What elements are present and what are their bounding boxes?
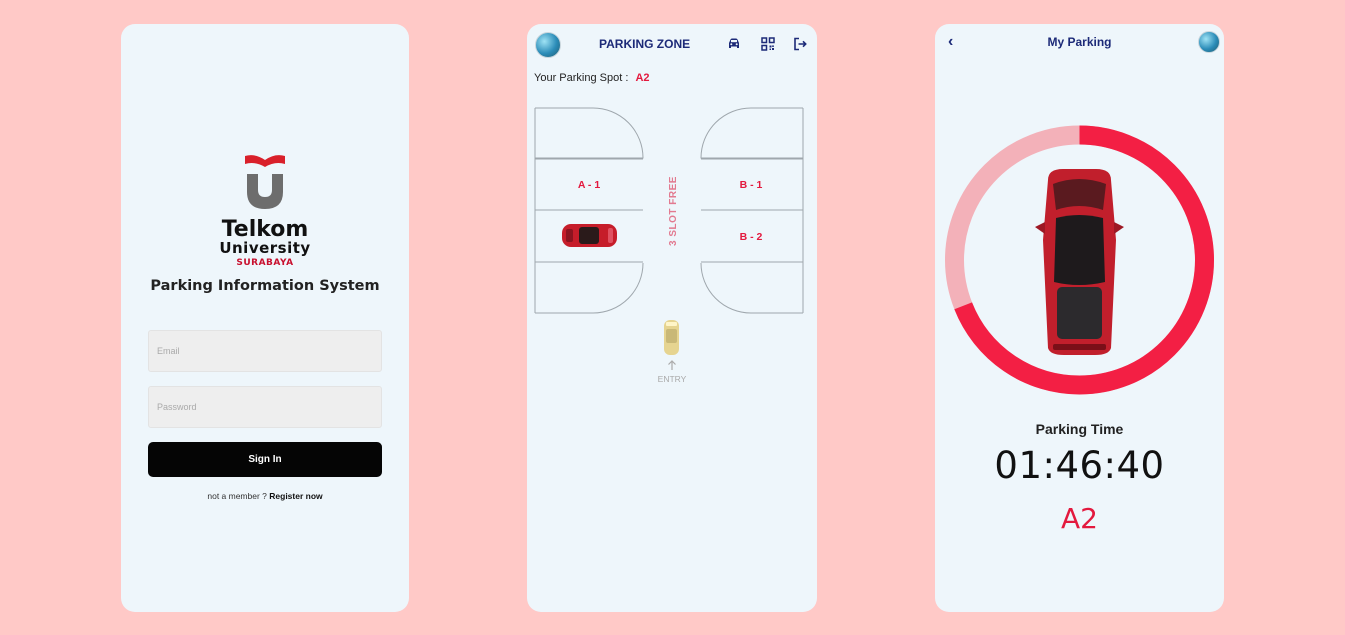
app-name: Parking Information System — [150, 278, 380, 294]
sign-in-button[interactable]: Sign In — [148, 442, 382, 477]
car-top-view-image — [1035, 169, 1124, 355]
my-parking-screen: ‹ My Parking Parking Time 01:46:40 A2 — [935, 24, 1224, 612]
car-icon[interactable] — [726, 36, 742, 52]
spot-value: A2 — [635, 72, 650, 84]
register-link[interactable]: Register now — [269, 491, 322, 501]
parking-spot-value: A2 — [1061, 502, 1098, 535]
parked-car-a2[interactable] — [562, 224, 617, 247]
password-field[interactable] — [148, 386, 382, 428]
page-title: PARKING ZONE — [599, 37, 691, 51]
incoming-car — [664, 320, 679, 355]
email-field[interactable] — [148, 330, 382, 372]
parking-zone-screen: PARKING ZONE Your Parking Spot : A2 A - … — [527, 24, 817, 612]
university-emblem-icon — [245, 155, 285, 209]
login-screen: Telkom University SURABAYA Parking Infor… — [121, 24, 409, 612]
spot-label-text: Your Parking Spot : — [534, 72, 629, 84]
free-slot-count: 3 SLOT FREE — [668, 176, 679, 246]
brand-telkom: Telkom — [221, 217, 309, 242]
parking-map: A - 1 B - 1 B - 2 3 SLOT FREE ENTRY — [534, 107, 804, 384]
entry-arrow-icon — [668, 360, 676, 370]
brand-surabaya: SURABAYA — [236, 258, 294, 268]
entry-label: ENTRY — [658, 374, 687, 384]
slot-a1-label[interactable]: A - 1 — [578, 179, 601, 191]
telkom-university-logo: Telkom University SURABAYA — [121, 152, 409, 268]
avatar[interactable] — [1198, 31, 1220, 53]
qr-code-icon[interactable] — [760, 36, 776, 52]
page-title: My Parking — [1047, 35, 1112, 49]
your-parking-spot: Your Parking Spot : A2 — [534, 72, 650, 84]
slot-b2-label[interactable]: B - 2 — [740, 231, 763, 243]
logout-icon[interactable] — [792, 36, 808, 52]
parking-time-label: Parking Time — [1035, 421, 1124, 437]
register-prompt: not a member ? Register now — [121, 491, 409, 501]
parking-timer-ring — [945, 125, 1214, 395]
brand-university: University — [219, 239, 311, 257]
left-arc-bottom — [535, 262, 644, 314]
parking-time-value: 01:46:40 — [994, 444, 1165, 487]
not-member-text: not a member ? — [207, 491, 267, 501]
left-arc-top — [535, 107, 644, 159]
slot-b1-label[interactable]: B - 1 — [740, 179, 763, 191]
avatar[interactable] — [535, 32, 561, 58]
